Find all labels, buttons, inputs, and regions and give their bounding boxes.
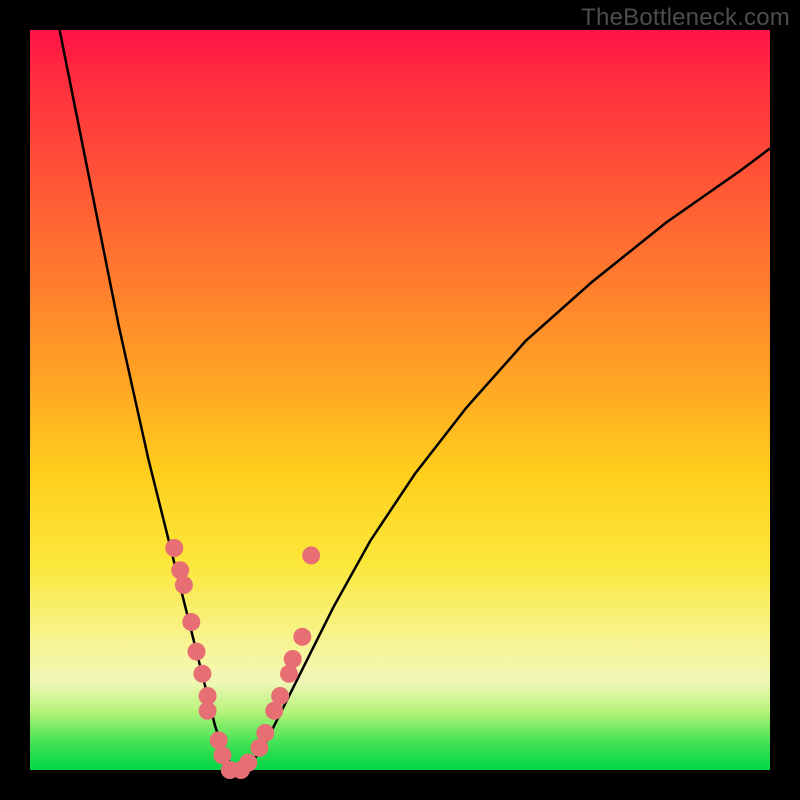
plot-area <box>30 30 770 770</box>
highlight-dot <box>165 539 183 557</box>
highlight-dot <box>199 702 217 720</box>
chart-frame: TheBottleneck.com <box>0 0 800 800</box>
highlight-dot <box>256 724 274 742</box>
highlight-dot <box>302 546 320 564</box>
highlight-dot <box>293 628 311 646</box>
highlight-dot <box>175 576 193 594</box>
highlight-dot <box>239 754 257 772</box>
curve-svg <box>30 30 770 770</box>
highlight-dot <box>271 687 289 705</box>
v-curve-path <box>60 30 770 770</box>
highlight-dot <box>193 665 211 683</box>
highlight-dot <box>182 613 200 631</box>
watermark-text: TheBottleneck.com <box>581 4 790 32</box>
dots-group <box>165 539 320 779</box>
highlight-dot <box>284 650 302 668</box>
highlight-dot <box>188 643 206 661</box>
